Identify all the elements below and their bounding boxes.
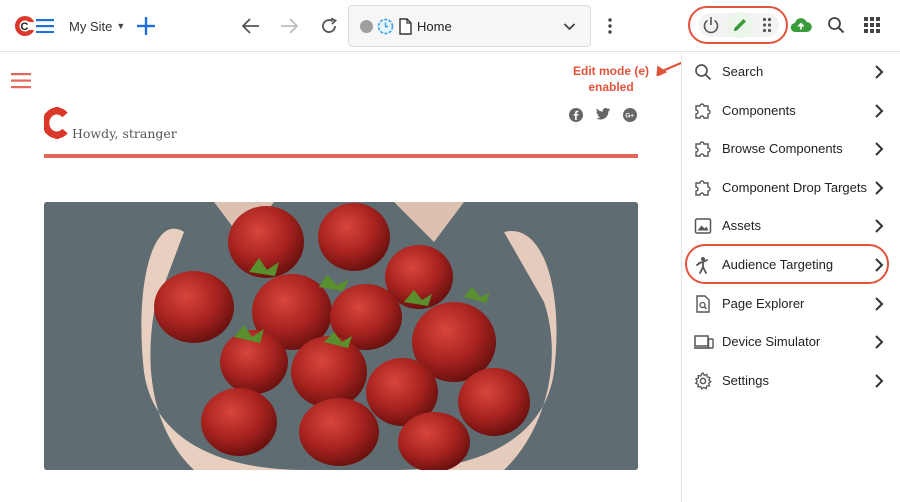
chevron-right-icon bbox=[872, 334, 886, 350]
panel-item-label: Device Simulator bbox=[722, 334, 821, 349]
panel-item-search[interactable]: Search bbox=[681, 53, 900, 91]
hamburger-menu-icon[interactable] bbox=[36, 16, 54, 36]
header-divider bbox=[44, 154, 638, 158]
greeting-text: Howdy, stranger bbox=[72, 126, 177, 141]
drag-handle-icon[interactable] bbox=[758, 14, 776, 36]
chevron-right-icon bbox=[872, 296, 886, 312]
caret-down-icon: ▼ bbox=[116, 21, 126, 31]
panel-item-assets[interactable]: Assets bbox=[681, 207, 900, 245]
chevron-right-icon bbox=[872, 373, 886, 389]
more-options-icon[interactable] bbox=[602, 15, 618, 37]
panel-item-browse-components[interactable]: Browse Components bbox=[681, 130, 900, 168]
add-icon[interactable] bbox=[134, 14, 158, 38]
panel-item-label: Assets bbox=[722, 218, 762, 233]
top-toolbar: C My Site ▼ Home bbox=[0, 0, 900, 52]
power-icon[interactable] bbox=[700, 14, 722, 36]
search-icon[interactable] bbox=[825, 14, 847, 36]
panel-item-label: Browse Components bbox=[722, 141, 843, 156]
facebook-icon[interactable] bbox=[569, 108, 585, 124]
audience-targeting-highlight-ring bbox=[685, 244, 889, 284]
search-icon bbox=[694, 63, 712, 81]
site-switcher[interactable]: My Site ▼ bbox=[69, 16, 125, 36]
pencil-edit-icon[interactable] bbox=[727, 12, 753, 38]
edit-mode-callout-line1: Edit mode (e) bbox=[572, 64, 649, 78]
site-switcher-label: My Site bbox=[69, 18, 113, 34]
panel-item-components[interactable]: Components bbox=[681, 92, 900, 130]
chevron-right-icon bbox=[872, 218, 886, 234]
refresh-icon[interactable] bbox=[318, 15, 340, 37]
crafter-logo-icon[interactable]: C bbox=[14, 13, 36, 39]
edit-mode-callout-line2: enabled bbox=[588, 80, 634, 94]
chevron-right-icon bbox=[872, 103, 886, 119]
document-search-icon bbox=[694, 295, 712, 313]
hero-image-strawberries[interactable] bbox=[44, 202, 638, 470]
clock-icon bbox=[377, 18, 394, 35]
google-plus-icon[interactable]: G+ bbox=[623, 108, 639, 124]
svg-text:C: C bbox=[21, 21, 29, 33]
chevron-right-icon bbox=[872, 64, 886, 80]
panel-item-device-simulator[interactable]: Device Simulator bbox=[681, 323, 900, 361]
edit-mode-callout: Edit mode (e) enabled bbox=[570, 63, 652, 95]
back-arrow-icon[interactable] bbox=[240, 15, 262, 37]
image-icon bbox=[694, 217, 712, 235]
puzzle-icon bbox=[694, 140, 712, 158]
panel-item-component-drop-targets[interactable]: Component Drop Targets bbox=[681, 169, 900, 207]
svg-text:G+: G+ bbox=[625, 113, 634, 120]
panel-item-label: Page Explorer bbox=[722, 296, 805, 311]
site-logo-icon[interactable] bbox=[44, 107, 70, 139]
site-hamburger-menu-icon[interactable] bbox=[11, 73, 31, 91]
forward-arrow-icon[interactable] bbox=[278, 15, 300, 37]
panel-item-label: Settings bbox=[722, 373, 769, 388]
chevron-down-icon[interactable] bbox=[561, 18, 578, 35]
address-bar[interactable]: Home bbox=[348, 5, 591, 47]
twitter-icon[interactable] bbox=[596, 108, 612, 124]
gear-icon bbox=[694, 372, 712, 390]
page-document-icon bbox=[399, 18, 412, 35]
apps-grid-icon[interactable] bbox=[861, 14, 883, 36]
cloud-upload-icon[interactable] bbox=[789, 14, 813, 36]
panel-item-label: Search bbox=[722, 64, 764, 79]
puzzle-icon bbox=[694, 179, 712, 197]
chevron-right-icon bbox=[872, 141, 886, 157]
address-page-title: Home bbox=[417, 19, 452, 34]
puzzle-icon bbox=[694, 102, 712, 120]
panel-item-page-explorer[interactable]: Page Explorer bbox=[681, 285, 900, 323]
panel-item-label: Components bbox=[722, 103, 796, 118]
panel-item-label: Component Drop Targets bbox=[722, 180, 868, 195]
panel-item-settings[interactable]: Settings bbox=[681, 362, 900, 400]
chevron-right-icon bbox=[872, 180, 886, 196]
devices-icon bbox=[694, 333, 714, 351]
status-dot-icon bbox=[360, 20, 373, 33]
